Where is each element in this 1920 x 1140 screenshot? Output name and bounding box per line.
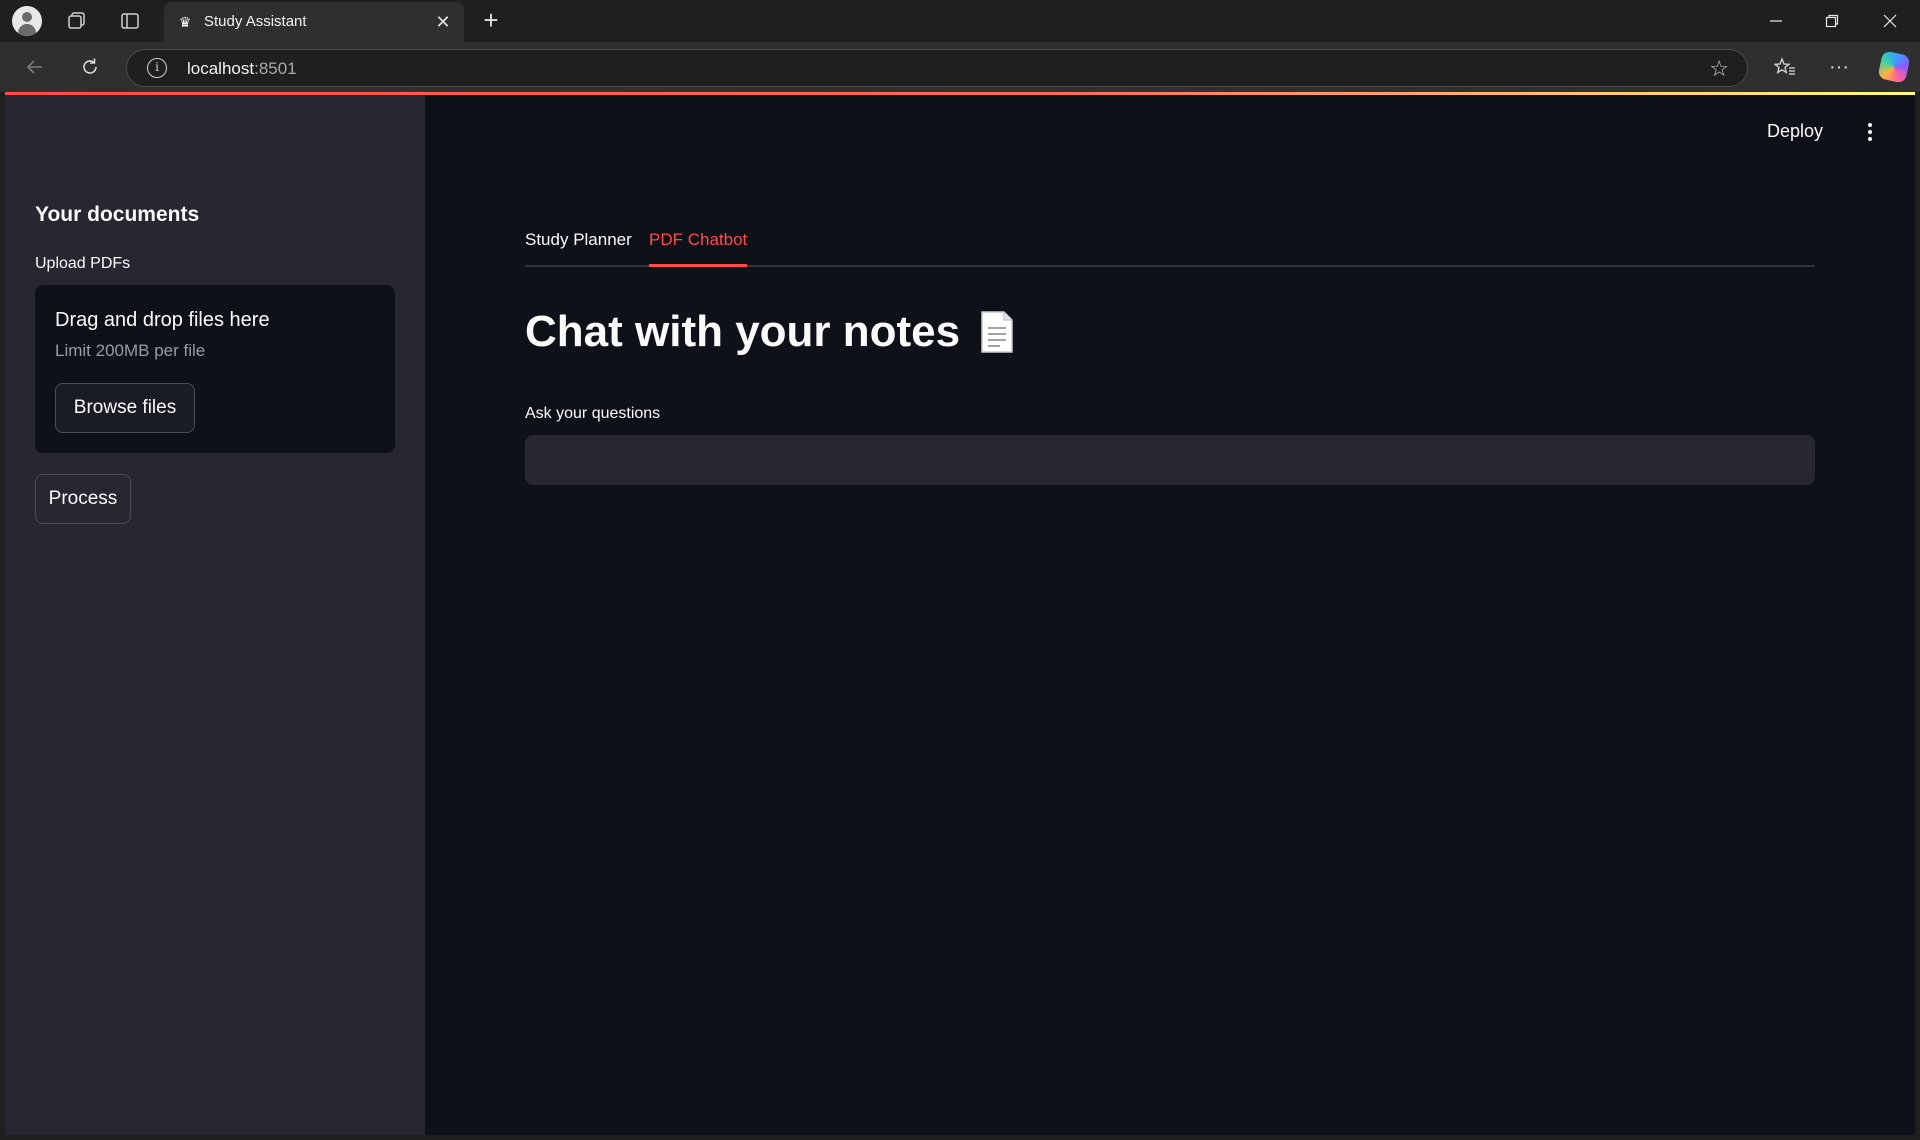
more-options-icon[interactable]: ···: [1824, 52, 1854, 82]
question-input[interactable]: [525, 435, 1815, 485]
deploy-button[interactable]: Deploy: [1767, 121, 1823, 142]
file-uploader-dropzone[interactable]: Drag and drop files here Limit 200MB per…: [35, 285, 395, 453]
favorites-icon[interactable]: [1770, 52, 1800, 82]
process-button[interactable]: Process: [35, 474, 131, 524]
tab-study-planner[interactable]: Study Planner: [525, 227, 632, 267]
favorite-star-icon[interactable]: ☆: [1709, 56, 1729, 82]
browser-tab-bar: ♛ Study Assistant ✕ +: [0, 0, 1920, 42]
tab-list: Study Planner PDF Chatbot: [525, 227, 1815, 267]
dropzone-instructions: Drag and drop files here: [55, 309, 270, 331]
streamlit-crown-icon: ♛: [178, 14, 192, 30]
sidebar-heading: Your documents: [35, 203, 200, 226]
refresh-icon[interactable]: [75, 52, 105, 82]
main-menu-icon[interactable]: [1860, 119, 1880, 145]
page-title: Chat with your notes: [525, 307, 1014, 357]
browse-files-button[interactable]: Browse files: [55, 383, 195, 433]
sidebar: Your documents Upload PDFs Drag and drop…: [5, 95, 425, 1135]
vertical-tabs-icon[interactable]: [115, 6, 145, 36]
back-icon[interactable]: [20, 52, 50, 82]
tab-title: Study Assistant: [204, 13, 307, 30]
page-facing-up-icon: [980, 310, 1014, 354]
question-label: Ask your questions: [525, 405, 661, 422]
close-window-icon[interactable]: [1862, 0, 1918, 42]
workspaces-icon[interactable]: [62, 6, 92, 36]
upload-label: Upload PDFs: [35, 255, 131, 272]
new-tab-icon[interactable]: +: [478, 7, 504, 34]
dropzone-limit: Limit 200MB per file: [55, 341, 206, 360]
close-tab-icon[interactable]: ✕: [432, 11, 454, 33]
minimize-icon[interactable]: [1748, 0, 1804, 42]
page-title-text: Chat with your notes: [525, 307, 961, 356]
browser-toolbar: i localhost:8501 ☆ ···: [0, 42, 1920, 92]
url-text: localhost:8501: [187, 59, 297, 78]
app-container: Your documents Upload PDFs Drag and drop…: [5, 95, 1915, 1135]
address-bar[interactable]: i localhost:8501 ☆: [126, 49, 1748, 87]
tab-pdf-chatbot[interactable]: PDF Chatbot: [649, 227, 748, 267]
browser-tab-active[interactable]: ♛ Study Assistant ✕: [164, 2, 464, 42]
restore-icon[interactable]: [1804, 0, 1860, 42]
profile-avatar-icon[interactable]: [12, 6, 42, 36]
site-info-icon[interactable]: i: [147, 58, 167, 78]
